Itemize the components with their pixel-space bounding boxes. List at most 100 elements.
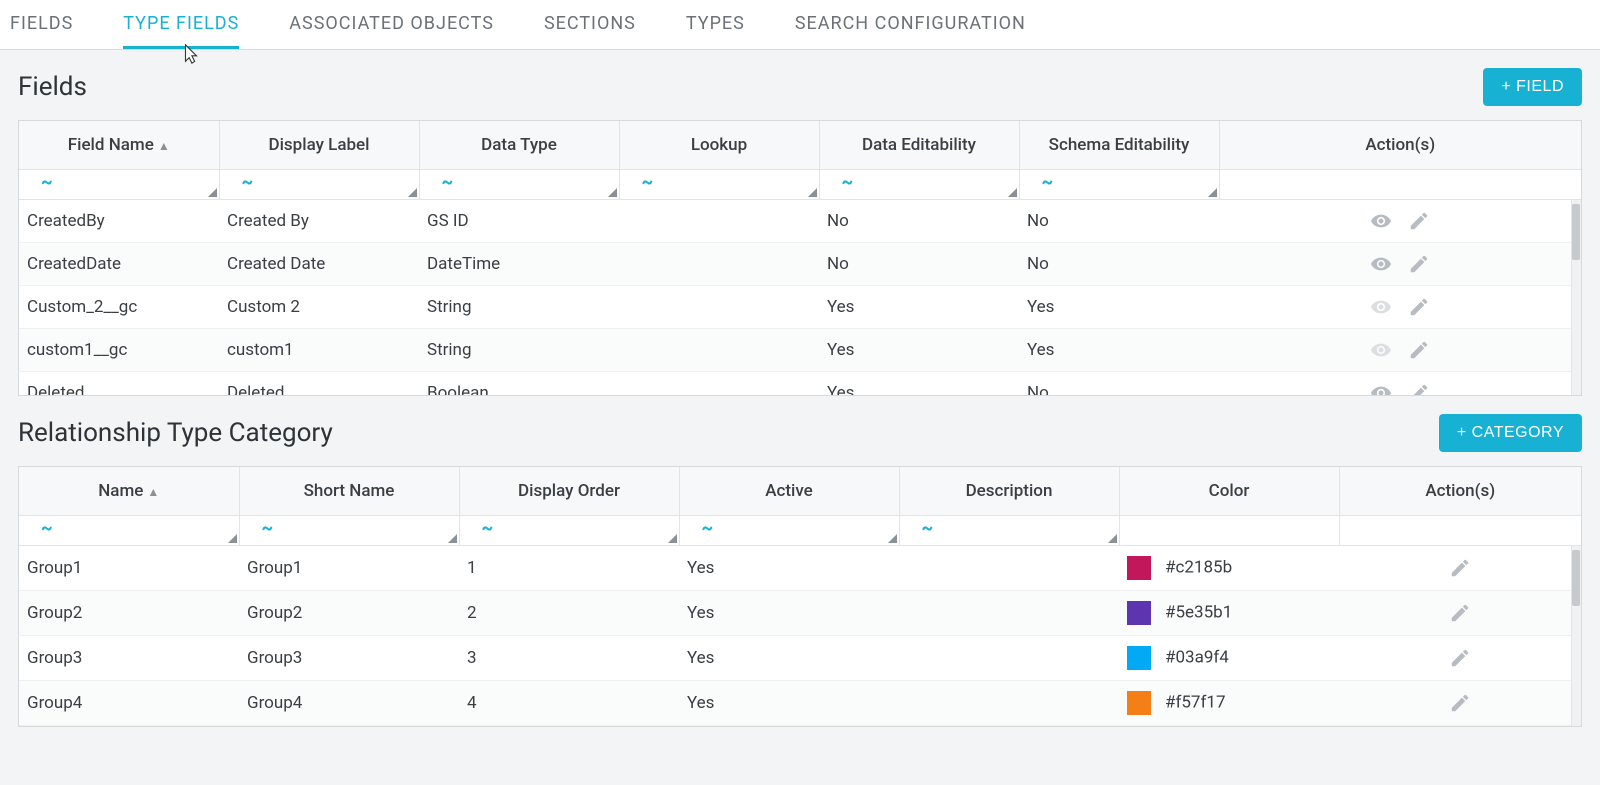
cell-display-label: Created Date — [219, 243, 419, 286]
cell-order: 4 — [459, 681, 679, 726]
tab-associated-objects[interactable]: ASSOCIATED OBJECTS — [289, 1, 494, 49]
category-scrollbar[interactable] — [1571, 546, 1581, 726]
col-header-name[interactable]: Name▲ — [19, 467, 239, 516]
col-header-short-name[interactable]: Short Name — [239, 467, 459, 516]
filter-mode-icon: ~ — [242, 172, 254, 193]
pencil-icon[interactable] — [1408, 382, 1430, 395]
color-hex-label: #c2185b — [1165, 557, 1232, 577]
filter-cell[interactable]: ~ — [419, 170, 619, 200]
cell-desc — [899, 591, 1119, 636]
filter-cell[interactable] — [1219, 170, 1581, 200]
cell-color: #c2185b — [1119, 546, 1339, 591]
cell-schema-edit: No — [1019, 243, 1219, 286]
tab-type-fields[interactable]: TYPE FIELDS — [123, 1, 239, 49]
cell-data-type: String — [419, 329, 619, 372]
cell-display-label: Created By — [219, 200, 419, 243]
tab-fields[interactable]: FIELDS — [10, 1, 73, 49]
col-header-display-label[interactable]: Display Label — [219, 121, 419, 170]
eye-icon[interactable] — [1370, 382, 1392, 395]
filter-cell[interactable]: ~ — [619, 170, 819, 200]
actions-cell — [1339, 591, 1581, 636]
cell-field-name: CreatedBy — [19, 200, 219, 243]
cell-data-type: DateTime — [419, 243, 619, 286]
pencil-icon[interactable] — [1408, 210, 1430, 232]
pencil-icon[interactable] — [1449, 602, 1471, 624]
filter-cell[interactable]: ~ — [19, 516, 239, 546]
cell-order: 3 — [459, 636, 679, 681]
filter-mode-icon: ~ — [702, 518, 714, 539]
pencil-icon[interactable] — [1408, 253, 1430, 275]
filter-mode-icon: ~ — [482, 518, 494, 539]
color-swatch — [1127, 556, 1151, 580]
eye-icon[interactable] — [1370, 339, 1392, 361]
actions-cell — [1219, 372, 1581, 396]
col-header-lookup[interactable]: Lookup — [619, 121, 819, 170]
cell-data-edit: Yes — [819, 329, 1019, 372]
cell-active: Yes — [679, 681, 899, 726]
filter-cell[interactable]: ~ — [679, 516, 899, 546]
add-field-button[interactable]: + FIELD — [1483, 68, 1582, 106]
color-swatch — [1127, 691, 1151, 715]
filter-mode-icon: ~ — [1042, 172, 1054, 193]
table-row: CreatedDateCreated DateDateTimeNoNo — [19, 243, 1581, 286]
tab-sections[interactable]: SECTIONS — [544, 1, 636, 49]
filter-cell[interactable]: ~ — [219, 170, 419, 200]
tab-search-configuration[interactable]: SEARCH CONFIGURATION — [795, 1, 1026, 49]
pencil-icon[interactable] — [1408, 296, 1430, 318]
filter-resize-icon — [448, 534, 457, 543]
table-row: Group2Group22Yes#5e35b1 — [19, 591, 1581, 636]
col-header-schema-editability[interactable]: Schema Editability — [1019, 121, 1219, 170]
fields-section: Fields + FIELD Field Name▲Display LabelD… — [0, 50, 1600, 396]
col-header-data-editability[interactable]: Data Editability — [819, 121, 1019, 170]
pencil-icon[interactable] — [1408, 339, 1430, 361]
table-row: Group4Group44Yes#f57f17 — [19, 681, 1581, 726]
filter-cell[interactable]: ~ — [899, 516, 1119, 546]
table-row: Custom_2__gcCustom 2StringYesYes — [19, 286, 1581, 329]
filter-cell[interactable] — [1119, 516, 1339, 546]
cell-display-label: Deleted — [219, 372, 419, 396]
cell-order: 1 — [459, 546, 679, 591]
filter-cell[interactable]: ~ — [819, 170, 1019, 200]
col-header-field-name[interactable]: Field Name▲ — [19, 121, 219, 170]
col-header-action-s-[interactable]: Action(s) — [1219, 121, 1581, 170]
nav-tabs: FIELDS TYPE FIELDS ASSOCIATED OBJECTS SECTI… — [0, 0, 1600, 50]
cell-short: Group4 — [239, 681, 459, 726]
cell-data-edit: No — [819, 200, 1019, 243]
sort-asc-icon: ▲ — [158, 139, 170, 153]
filter-cell[interactable] — [1339, 516, 1581, 546]
col-header-description[interactable]: Description — [899, 467, 1119, 516]
cell-desc — [899, 636, 1119, 681]
fields-scrollbar[interactable] — [1571, 200, 1581, 395]
table-row: CreatedByCreated ByGS IDNoNo — [19, 200, 1581, 243]
cell-data-edit: No — [819, 243, 1019, 286]
col-header-color[interactable]: Color — [1119, 467, 1339, 516]
cell-lookup — [619, 243, 819, 286]
add-category-button[interactable]: + CATEGORY — [1439, 414, 1582, 452]
col-header-data-type[interactable]: Data Type — [419, 121, 619, 170]
filter-cell[interactable]: ~ — [1019, 170, 1219, 200]
col-header-action-s-[interactable]: Action(s) — [1339, 467, 1581, 516]
pencil-icon[interactable] — [1449, 647, 1471, 669]
cell-schema-edit: Yes — [1019, 286, 1219, 329]
actions-cell — [1339, 636, 1581, 681]
filter-mode-icon: ~ — [41, 172, 53, 193]
cell-active: Yes — [679, 546, 899, 591]
cell-lookup — [619, 329, 819, 372]
col-header-display-order[interactable]: Display Order — [459, 467, 679, 516]
eye-icon[interactable] — [1370, 253, 1392, 275]
filter-resize-icon — [1108, 534, 1117, 543]
filter-cell[interactable]: ~ — [459, 516, 679, 546]
filter-cell[interactable]: ~ — [239, 516, 459, 546]
cell-name: Group1 — [19, 546, 239, 591]
fields-section-title: Fields — [18, 72, 87, 102]
actions-cell — [1219, 243, 1581, 286]
tab-types[interactable]: TYPES — [686, 1, 745, 49]
filter-cell[interactable]: ~ — [19, 170, 219, 200]
pencil-icon[interactable] — [1449, 692, 1471, 714]
eye-icon[interactable] — [1370, 296, 1392, 318]
col-header-active[interactable]: Active — [679, 467, 899, 516]
sort-asc-icon: ▲ — [147, 485, 159, 499]
eye-icon[interactable] — [1370, 210, 1392, 232]
pencil-icon[interactable] — [1449, 557, 1471, 579]
cell-name: Group3 — [19, 636, 239, 681]
